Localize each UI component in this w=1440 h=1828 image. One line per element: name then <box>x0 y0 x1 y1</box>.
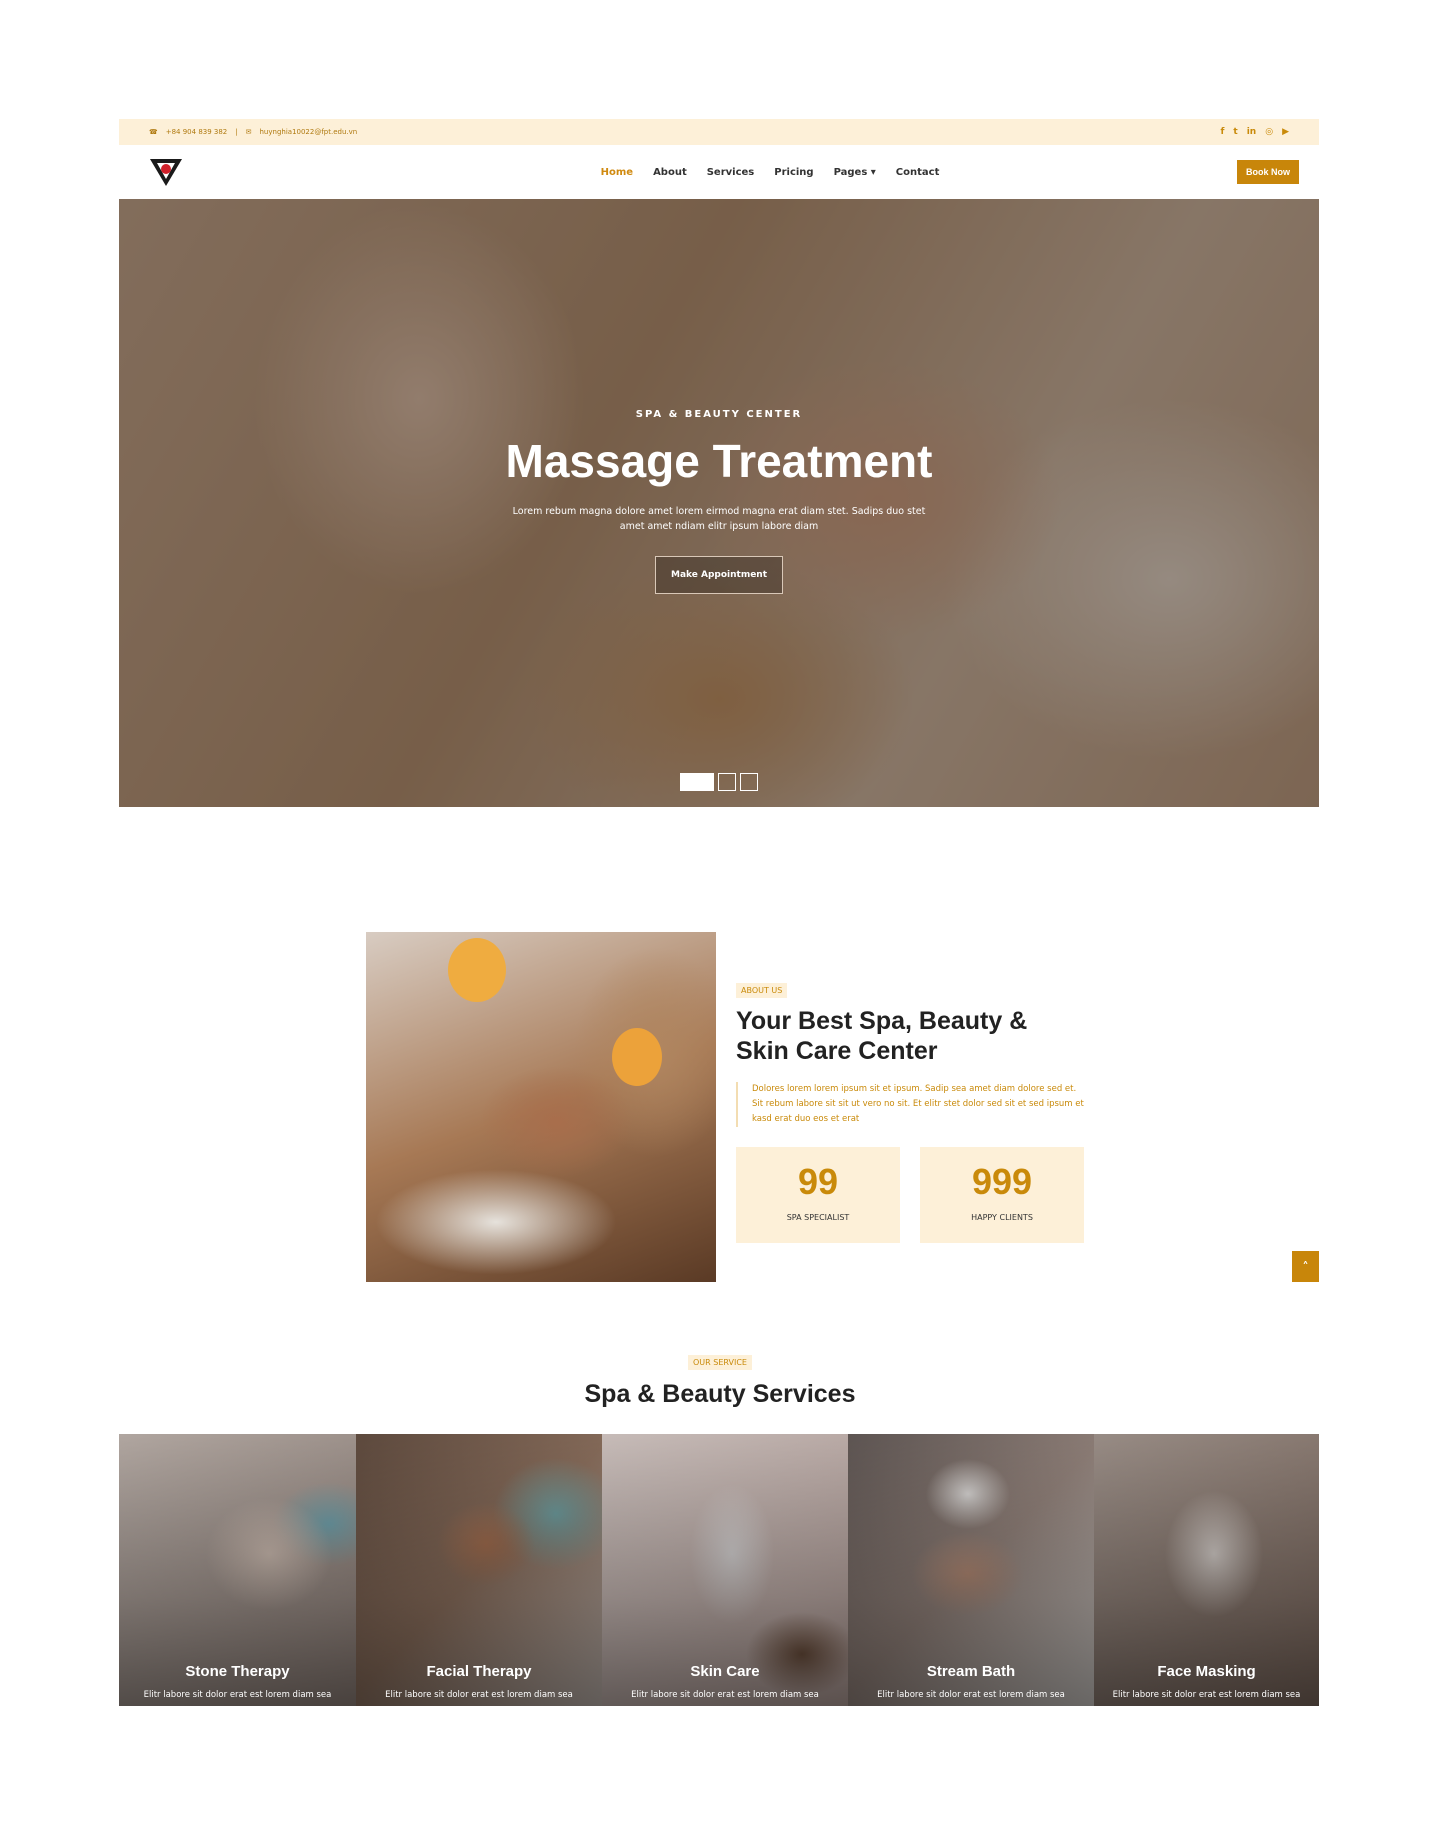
email-address[interactable]: huynghia10022@fpt.edu.vn <box>260 128 358 136</box>
service-card-face-masking[interactable]: Face Masking Elitr labore sit dolor erat… <box>1094 1434 1319 1706</box>
carousel-dot-2[interactable] <box>718 773 736 791</box>
about-title: Your Best Spa, Beauty & Skin Care Center <box>736 1007 1028 1065</box>
service-text: Elitr labore sit dolor erat est lorem di… <box>385 1690 573 1700</box>
book-now-button[interactable]: Book Now <box>1236 160 1299 184</box>
back-to-top-button[interactable]: ˄ <box>1292 1251 1319 1282</box>
stat-card: 999 HAPPY CLIENTS <box>920 1147 1084 1243</box>
services-carousel: Stone Therapy Elitr labore sit dolor era… <box>119 1434 1319 1706</box>
service-card-stream-bath[interactable]: Stream Bath Elitr labore sit dolor erat … <box>848 1434 1094 1706</box>
main-menu: Home About Services Pricing Pages ▾ Cont… <box>601 167 940 178</box>
make-appointment-button[interactable]: Make Appointment <box>654 556 784 594</box>
nav-item-contact[interactable]: Contact <box>896 167 940 178</box>
hero-title: Massage Treatment <box>505 435 933 487</box>
hero-description: Lorem rebum magna dolore amet lorem eirm… <box>512 506 926 532</box>
navbar: Home About Services Pricing Pages ▾ Cont… <box>119 145 1319 199</box>
services-title: Spa & Beauty Services <box>584 1380 856 1408</box>
hero-eyebrow: SPA & BEAUTY CENTER <box>635 409 803 420</box>
phone-icon: ☎ <box>149 128 158 136</box>
sponge-pad-right <box>612 1028 662 1086</box>
page-frame: ☎ +84 904 839 382 | ✉ huynghia10022@fpt.… <box>119 119 1319 807</box>
facebook-icon[interactable]: f <box>1220 127 1224 137</box>
service-text: Elitr labore sit dolor erat est lorem di… <box>877 1690 1065 1700</box>
stat-label: SPA SPECIALIST <box>786 1213 850 1222</box>
envelope-icon: ✉ <box>245 128 252 136</box>
hero-carousel: SPA & BEAUTY CENTER Massage Treatment Lo… <box>119 199 1319 807</box>
service-title: Skin Care <box>690 1663 760 1680</box>
service-text: Elitr labore sit dolor erat est lorem di… <box>631 1690 819 1700</box>
services-header: OUR SERVICE Spa & Beauty Services <box>0 1350 1440 1409</box>
top-info-bar: ☎ +84 904 839 382 | ✉ huynghia10022@fpt.… <box>119 119 1319 145</box>
nav-item-home[interactable]: Home <box>601 167 633 178</box>
about-description: Dolores lorem lorem ipsum sit et ipsum. … <box>736 1082 1086 1127</box>
service-title: Stone Therapy <box>185 1663 290 1680</box>
about-section: ABOUT US Your Best Spa, Beauty & Skin Ca… <box>366 932 1086 1282</box>
carousel-dot-1[interactable] <box>680 773 714 791</box>
service-title: Stream Bath <box>926 1663 1016 1680</box>
carousel-dot-3[interactable] <box>740 773 758 791</box>
separator: | <box>235 128 238 136</box>
services-tag: OUR SERVICE <box>688 1355 752 1370</box>
about-tag: ABOUT US <box>736 983 788 998</box>
double-chevron-up-icon: ˄ <box>1302 1259 1309 1274</box>
stat-number: 999 <box>971 1161 1033 1202</box>
nav-item-pages-dropdown[interactable]: Pages ▾ <box>834 167 876 178</box>
nav-item-pricing[interactable]: Pricing <box>774 167 813 178</box>
service-text: Elitr labore sit dolor erat est lorem di… <box>143 1690 332 1700</box>
twitter-icon[interactable]: t <box>1233 127 1237 137</box>
social-links: f t in ◎ ▶ <box>1220 127 1289 137</box>
service-title: Face Masking <box>1157 1663 1256 1680</box>
service-text: Elitr labore sit dolor erat est lorem di… <box>1112 1690 1301 1700</box>
hero-content: SPA & BEAUTY CENTER Massage Treatment Lo… <box>119 409 1319 594</box>
about-text: ABOUT US Your Best Spa, Beauty & Skin Ca… <box>736 932 1086 1282</box>
stat-label: HAPPY CLIENTS <box>971 1213 1033 1222</box>
phone-number[interactable]: +84 904 839 382 <box>166 128 228 136</box>
service-card-stone-therapy[interactable]: Stone Therapy Elitr labore sit dolor era… <box>119 1434 356 1706</box>
stats-row: 99 SPA SPECIALIST 999 HAPPY CLIENTS <box>736 1147 1086 1243</box>
service-card-facial-therapy[interactable]: Facial Therapy Elitr labore sit dolor er… <box>356 1434 602 1706</box>
stat-card: 99 SPA SPECIALIST <box>736 1147 900 1243</box>
nav-item-about[interactable]: About <box>653 167 687 178</box>
stat-number: 99 <box>797 1161 839 1202</box>
carousel-indicators <box>119 773 1319 791</box>
nav-item-services[interactable]: Services <box>707 167 755 178</box>
service-card-skin-care[interactable]: Skin Care Elitr labore sit dolor erat es… <box>602 1434 848 1706</box>
service-title: Facial Therapy <box>426 1663 532 1680</box>
instagram-icon[interactable]: ◎ <box>1265 127 1273 137</box>
youtube-icon[interactable]: ▶ <box>1282 127 1289 137</box>
sponge-pad-left <box>448 938 506 1002</box>
contact-info: ☎ +84 904 839 382 | ✉ huynghia10022@fpt.… <box>149 128 357 136</box>
brand-logo-icon[interactable] <box>149 157 183 187</box>
linkedin-icon[interactable]: in <box>1247 127 1257 137</box>
about-image <box>366 932 716 1282</box>
